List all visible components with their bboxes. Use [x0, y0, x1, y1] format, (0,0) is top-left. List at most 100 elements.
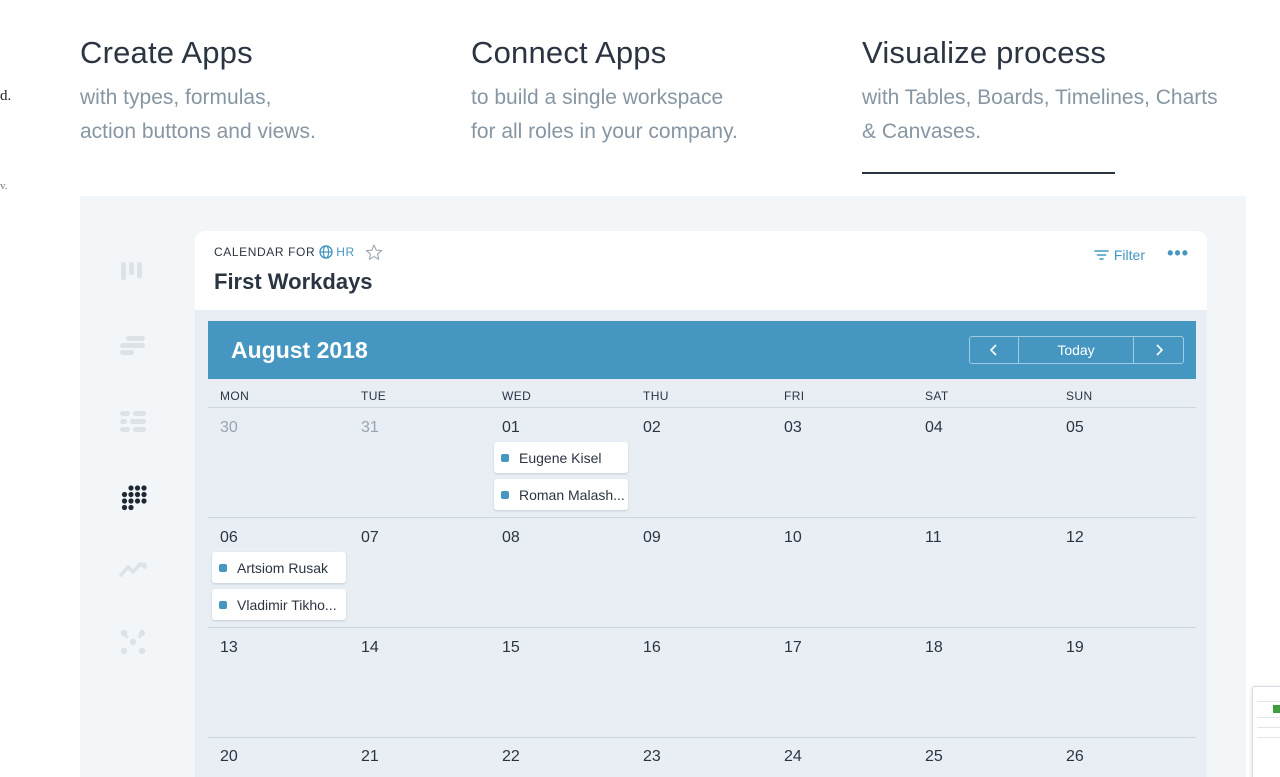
feature-description: with types, formulas, action buttons and…	[80, 81, 460, 149]
week-divider	[208, 627, 1196, 628]
thumbnail-line	[1257, 727, 1280, 728]
day-cell-number[interactable]: 31	[361, 419, 379, 437]
weekday-header: FRI	[784, 389, 805, 403]
day-cell-number[interactable]: 12	[1066, 529, 1084, 547]
day-cell-number[interactable]: 10	[784, 529, 802, 547]
more-options-button[interactable]: •••	[1167, 243, 1189, 264]
feature-line: action buttons and views.	[80, 120, 316, 143]
day-cell-number[interactable]: 24	[784, 748, 802, 766]
event-color-dot	[219, 563, 227, 572]
day-cell-number[interactable]: 13	[220, 639, 238, 657]
day-cell-number[interactable]: 16	[643, 639, 661, 657]
feature-visualize-process[interactable]: Visualize process with Tables, Boards, T…	[862, 34, 1272, 149]
thumbnail-line	[1257, 717, 1280, 718]
event-color-dot	[501, 453, 509, 462]
feature-connect-apps: Connect Apps to build a single workspace…	[471, 34, 851, 149]
day-cell-number[interactable]: 19	[1066, 639, 1084, 657]
feature-line: for all roles in your company.	[471, 120, 738, 143]
weekday-header: SUN	[1066, 389, 1093, 403]
filter-label: Filter	[1113, 247, 1145, 263]
feature-line: with types, formulas,	[80, 86, 272, 109]
day-cell-number[interactable]: 07	[361, 529, 379, 547]
day-cell-number[interactable]: 01	[502, 419, 520, 437]
weekday-header: SAT	[925, 389, 949, 403]
weekday-header: TUE	[361, 389, 387, 403]
day-cell-number[interactable]: 11	[925, 529, 942, 547]
day-cell-number[interactable]: 02	[643, 419, 661, 437]
day-cell-number[interactable]: 15	[502, 639, 520, 657]
day-cell-number[interactable]: 05	[1066, 419, 1084, 437]
day-cell-number[interactable]: 26	[1066, 748, 1084, 766]
board-view-icon[interactable]	[118, 407, 148, 437]
day-cell-number[interactable]: 21	[361, 748, 379, 766]
day-cell-number[interactable]: 17	[784, 639, 802, 657]
thumbnail-line	[1257, 701, 1280, 702]
day-cell-number[interactable]: 03	[784, 419, 802, 437]
calendar-event[interactable]: Eugene Kisel	[494, 442, 628, 473]
day-cell-number[interactable]: 14	[361, 639, 379, 657]
day-cell-number[interactable]: 23	[643, 748, 661, 766]
next-month-button[interactable]	[1134, 337, 1183, 363]
calendar-view-icon[interactable]	[118, 482, 148, 512]
month-navigation: Today	[969, 336, 1184, 364]
calendar-event[interactable]: Vladimir Tikho...	[212, 589, 346, 620]
thumbnail-line	[1257, 737, 1280, 738]
star-icon[interactable]	[365, 244, 383, 260]
thumbnail-bar	[1273, 705, 1280, 713]
feature-create-apps: Create Apps with types, formulas, action…	[80, 34, 460, 149]
week-divider	[208, 737, 1196, 738]
calendar-header: CALENDAR FOR HR First Workdays Filter ••…	[195, 231, 1207, 310]
table-view-icon[interactable]	[118, 256, 148, 286]
event-title: Eugene Kisel	[519, 449, 602, 466]
page-title: First Workdays	[214, 269, 373, 294]
week-divider	[208, 517, 1196, 518]
day-cell-number[interactable]: 20	[220, 748, 238, 766]
event-title: Roman Malash...	[519, 486, 625, 503]
month-label: August 2018	[231, 337, 368, 363]
day-cell-number[interactable]: 06	[220, 529, 238, 547]
calendar-breadcrumb: CALENDAR FOR HR	[214, 244, 383, 260]
edge-text-fragment: d.	[0, 88, 12, 104]
edge-text-fragment: v.	[0, 180, 8, 192]
feature-line: with Tables, Boards, Timelines, Charts	[862, 86, 1218, 109]
day-cell-number[interactable]: 22	[502, 748, 520, 766]
calendar-card: CALENDAR FOR HR First Workdays Filter ••…	[195, 231, 1207, 777]
workspace-link[interactable]: HR	[319, 245, 355, 259]
feature-title: Connect Apps	[471, 35, 667, 70]
calendar-event[interactable]: Roman Malash...	[494, 479, 628, 510]
feature-description: to build a single workspace for all role…	[471, 81, 851, 149]
event-title: Vladimir Tikho...	[237, 596, 337, 613]
chevron-left-icon	[989, 344, 997, 356]
week-divider	[208, 407, 1196, 408]
day-cell-number[interactable]: 25	[925, 748, 943, 766]
calendar-for-label: CALENDAR FOR	[214, 245, 316, 259]
month-bar: August 2018 Today	[208, 321, 1196, 379]
event-color-dot	[501, 490, 509, 499]
event-color-dot	[219, 600, 227, 609]
timeline-view-icon[interactable]	[118, 331, 148, 361]
calendar-event[interactable]: Artsiom Rusak	[212, 552, 346, 583]
weekday-header: MON	[220, 389, 250, 403]
feature-title: Visualize process	[862, 35, 1107, 70]
feature-description: with Tables, Boards, Timelines, Charts &…	[862, 81, 1272, 149]
filter-button[interactable]: Filter	[1094, 247, 1145, 263]
day-cell-number[interactable]: 30	[220, 419, 238, 437]
feature-line: & Canvases.	[862, 120, 982, 143]
chart-view-icon[interactable]	[118, 554, 148, 584]
weekday-header: THU	[643, 389, 669, 403]
weekday-header: WED	[502, 389, 532, 403]
day-cell-number[interactable]: 18	[925, 639, 943, 657]
day-cell-number[interactable]: 08	[502, 529, 520, 547]
globe-icon	[319, 245, 333, 259]
preview-thumbnail[interactable]	[1252, 686, 1280, 777]
canvas-view-icon[interactable]	[118, 627, 148, 657]
workspace-name: HR	[336, 245, 355, 259]
previous-month-button[interactable]	[970, 337, 1019, 363]
active-feature-underline	[862, 172, 1115, 174]
feature-line: to build a single workspace	[471, 86, 724, 109]
feature-title: Create Apps	[80, 35, 253, 70]
day-cell-number[interactable]: 04	[925, 419, 943, 437]
filter-icon	[1094, 250, 1109, 260]
day-cell-number[interactable]: 09	[643, 529, 661, 547]
today-button[interactable]: Today	[1019, 337, 1134, 363]
